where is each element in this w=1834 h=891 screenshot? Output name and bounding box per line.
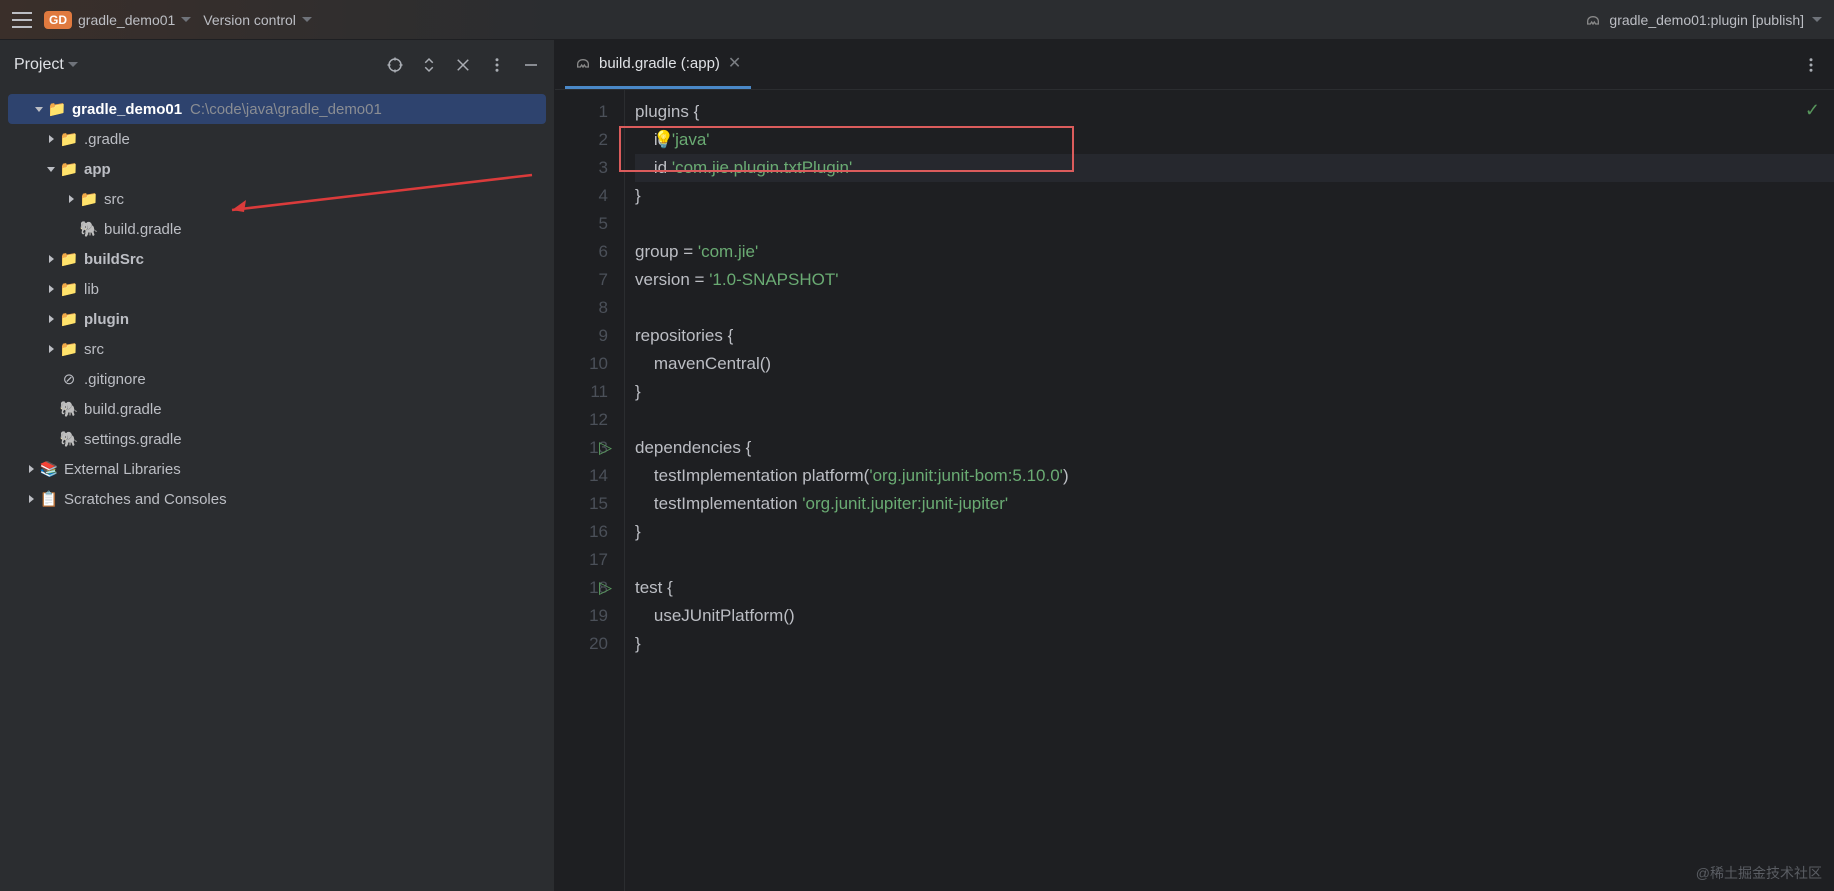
- elephant-icon: [575, 55, 591, 71]
- folder-icon: 📁: [60, 340, 78, 358]
- more-icon[interactable]: [488, 56, 506, 74]
- project-badge: GD: [44, 11, 72, 29]
- tree-item-app[interactable]: 📁 app: [0, 154, 554, 184]
- gradle-icon: 🐘: [60, 400, 78, 418]
- watermark: @稀土掘金技术社区: [1696, 863, 1822, 883]
- chevron-down-icon: [181, 17, 191, 23]
- tree-item-app-build-gradle[interactable]: 🐘 build.gradle: [0, 214, 554, 244]
- expand-arrow-icon[interactable]: [64, 195, 78, 203]
- expand-arrow-icon[interactable]: [44, 345, 58, 353]
- run-icon[interactable]: ▷: [599, 574, 612, 602]
- tree-item-plugin[interactable]: 📁 plugin: [0, 304, 554, 334]
- run-configuration[interactable]: gradle_demo01:plugin [publish]: [1585, 12, 1822, 28]
- elephant-icon: [1585, 12, 1601, 28]
- folder-icon: 📁: [80, 190, 98, 208]
- tree-item-lib[interactable]: 📁 lib: [0, 274, 554, 304]
- module-icon: 📁: [60, 310, 78, 328]
- vcs-label: Version control: [203, 12, 296, 28]
- close-icon[interactable]: [454, 56, 472, 74]
- vcs-menu[interactable]: Version control: [203, 12, 312, 28]
- minimize-icon[interactable]: [522, 56, 540, 74]
- gitignore-icon: ⊘: [60, 370, 78, 388]
- editor-tabs: build.gradle (:app) ✕: [555, 40, 1834, 90]
- project-name-label: gradle_demo01: [78, 12, 175, 28]
- expand-arrow-icon[interactable]: [44, 167, 58, 172]
- module-icon: 📁: [60, 250, 78, 268]
- topbar: GD gradle_demo01 Version control gradle_…: [0, 0, 1834, 40]
- tree-item-scratches[interactable]: 📋 Scratches and Consoles: [0, 484, 554, 514]
- chevron-down-icon: [68, 62, 78, 68]
- library-icon: 📚: [40, 460, 58, 478]
- expand-arrow-icon[interactable]: [32, 107, 46, 112]
- module-icon: 📁: [60, 160, 78, 178]
- expand-arrow-icon[interactable]: [24, 465, 38, 473]
- chevron-down-icon: [302, 17, 312, 23]
- expand-arrow-icon[interactable]: [44, 315, 58, 323]
- expand-arrow-icon[interactable]: [24, 495, 38, 503]
- code-content[interactable]: ✓ plugins { 💡 id 'java' id 'com.jie.plug…: [625, 90, 1834, 891]
- panel-title[interactable]: Project: [14, 56, 376, 74]
- tree-item-gitignore[interactable]: ⊘ .gitignore: [0, 364, 554, 394]
- tree-item-root-build-gradle[interactable]: 🐘 build.gradle: [0, 394, 554, 424]
- project-tool-window: Project 📁 gradle_demo01 C:\code\java\gra…: [0, 40, 555, 891]
- chevron-down-icon: [1812, 17, 1822, 23]
- code-editor[interactable]: 1 2 3 4 5 6 7 8 9 10 11 12 ▷13 14 15 16 …: [555, 90, 1834, 891]
- project-tree[interactable]: 📁 gradle_demo01 C:\code\java\gradle_demo…: [0, 90, 554, 518]
- scratch-icon: 📋: [40, 490, 58, 508]
- expand-collapse-icon[interactable]: [420, 56, 438, 74]
- more-icon[interactable]: [1802, 56, 1820, 74]
- expand-arrow-icon[interactable]: [44, 135, 58, 143]
- content-area: Project 📁 gradle_demo01 C:\code\java\gra…: [0, 40, 1834, 891]
- lightbulb-icon[interactable]: 💡: [653, 126, 674, 154]
- gutter: 1 2 3 4 5 6 7 8 9 10 11 12 ▷13 14 15 16 …: [555, 90, 625, 891]
- tree-item-buildsrc[interactable]: 📁 buildSrc: [0, 244, 554, 274]
- run-icon[interactable]: ▷: [599, 434, 612, 462]
- tree-item-app-src[interactable]: 📁 src: [0, 184, 554, 214]
- folder-icon: 📁: [60, 280, 78, 298]
- expand-arrow-icon[interactable]: [44, 285, 58, 293]
- editor-area: build.gradle (:app) ✕ 1 2 3 4 5 6 7 8 9 …: [555, 40, 1834, 891]
- tree-root[interactable]: 📁 gradle_demo01 C:\code\java\gradle_demo…: [8, 94, 546, 124]
- expand-arrow-icon[interactable]: [44, 255, 58, 263]
- run-config-label: gradle_demo01:plugin [publish]: [1609, 12, 1804, 28]
- gradle-icon: 🐘: [60, 430, 78, 448]
- module-icon: 📁: [48, 100, 66, 118]
- close-icon[interactable]: ✕: [728, 53, 741, 73]
- target-icon[interactable]: [386, 56, 404, 74]
- gradle-icon: 🐘: [80, 220, 98, 238]
- project-selector[interactable]: GD gradle_demo01: [44, 11, 191, 29]
- panel-header: Project: [0, 40, 554, 90]
- tree-item-gradle[interactable]: 📁 .gradle: [0, 124, 554, 154]
- tab-build-gradle-app[interactable]: build.gradle (:app) ✕: [565, 40, 751, 89]
- tab-label: build.gradle (:app): [599, 55, 720, 72]
- tree-item-src[interactable]: 📁 src: [0, 334, 554, 364]
- main-menu-icon[interactable]: [12, 12, 32, 28]
- tree-item-settings-gradle[interactable]: 🐘 settings.gradle: [0, 424, 554, 454]
- folder-icon: 📁: [60, 130, 78, 148]
- tree-item-external-libraries[interactable]: 📚 External Libraries: [0, 454, 554, 484]
